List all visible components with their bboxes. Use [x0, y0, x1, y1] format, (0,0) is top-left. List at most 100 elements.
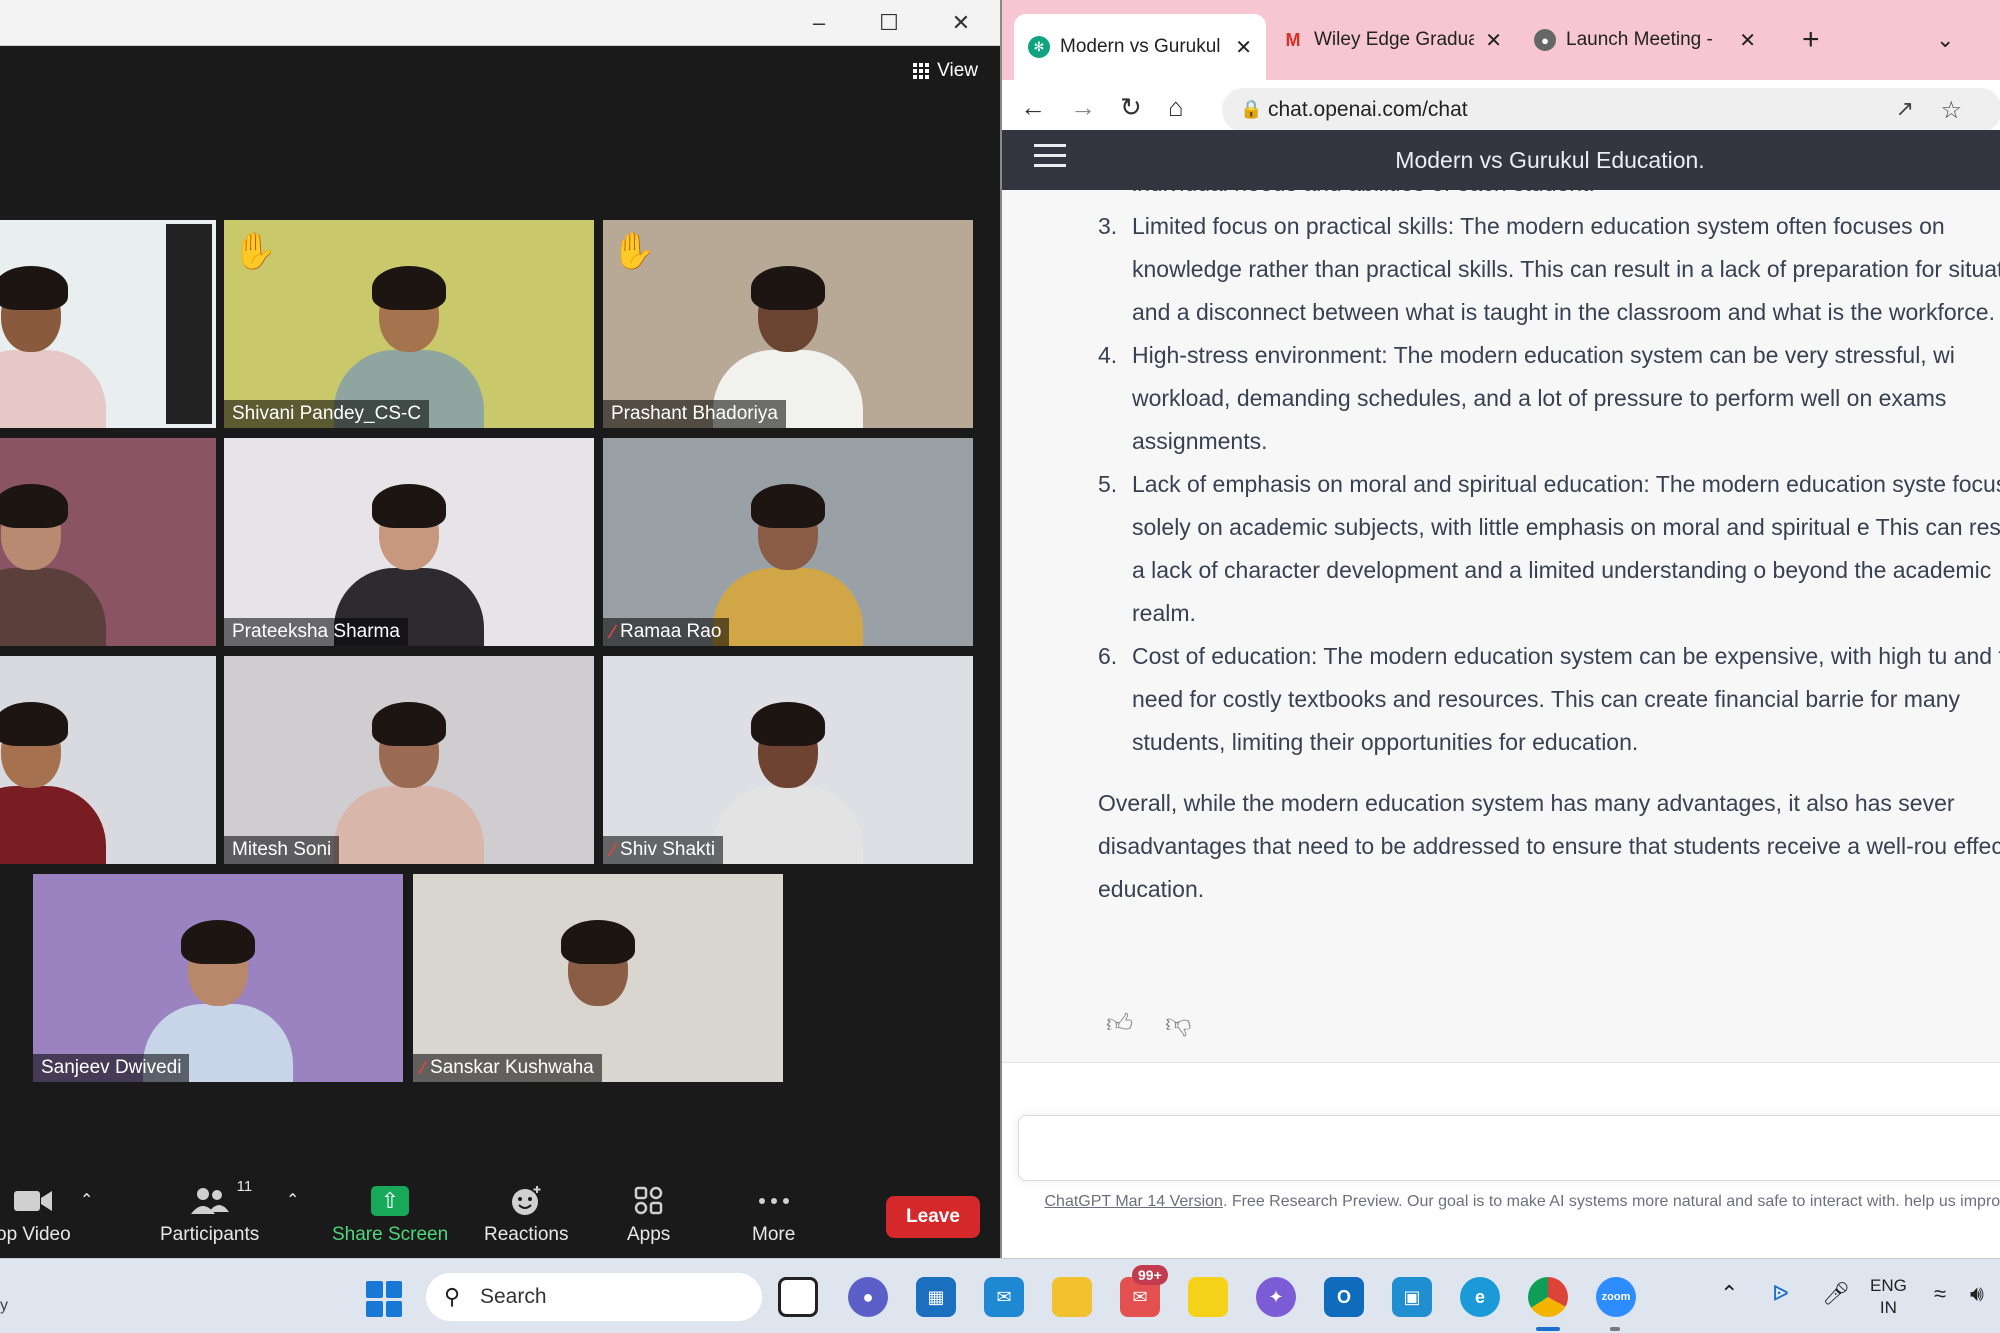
microsoft-store-icon[interactable]: ▦ [916, 1277, 956, 1317]
tab-chatgpt[interactable]: ✻ Modern vs Gurukul ✕ [1014, 14, 1266, 80]
more-button[interactable]: More [752, 1184, 795, 1246]
taskbar-search[interactable]: ⚲ Search [426, 1273, 762, 1321]
response-fragment: individual needs and abilities of each s… [1098, 190, 2000, 205]
maximize-button[interactable]: ☐ [860, 0, 918, 46]
forward-arrow-icon[interactable]: → [1070, 92, 1096, 123]
more-label: More [752, 1224, 796, 1245]
composer-area: ChatGPT Mar 14 Version. Free Research Pr… [1002, 1063, 2000, 1258]
back-arrow-icon[interactable]: ← [1020, 92, 1046, 123]
reactions-label: Reactions [484, 1224, 569, 1245]
task-view-icon[interactable] [778, 1277, 818, 1317]
close-window-button[interactable]: ✕ [932, 0, 990, 46]
lang-line2: IN [1879, 1298, 1897, 1317]
address-bar[interactable]: 🔒 chat.openai.com/chat ↗ ☆ [1222, 88, 2000, 132]
participant-video [713, 476, 863, 646]
close-tab-icon[interactable]: ✕ [1739, 28, 1756, 53]
taskbar-left-fragment: y [0, 1297, 8, 1314]
home-icon[interactable]: ⌂ [1168, 92, 1184, 123]
edge-icon[interactable]: e [1460, 1277, 1500, 1317]
raised-hand-icon: ✋ [232, 230, 277, 271]
share-screen-icon: ⇧ [371, 1186, 410, 1216]
gmail-icon: M [1285, 29, 1301, 50]
leave-button[interactable]: Leave [886, 1196, 980, 1238]
tab-title: Modern vs Gurukul [1060, 36, 1220, 57]
share-page-icon[interactable]: ↗ [1896, 96, 1914, 122]
participant-video-tile[interactable] [0, 438, 216, 646]
minimize-button[interactable]: – [790, 0, 848, 46]
participant-video-tile[interactable]: Mitesh Soni [224, 656, 594, 864]
volume-icon[interactable]: 🔊︎ [1970, 1281, 1984, 1307]
bluetooth-icon[interactable]: ᐉ [1772, 1281, 1789, 1307]
mail-icon[interactable]: ✉ [984, 1277, 1024, 1317]
chrome-active-indicator [1536, 1327, 1560, 1331]
outlook-icon[interactable]: O [1324, 1277, 1364, 1317]
participant-name-label: Prashant Bhadoriya [603, 400, 786, 428]
sticky-notes-icon[interactable] [1188, 1277, 1228, 1317]
participant-name: Ramaa Rao [620, 621, 722, 642]
list-text: Cost of education: The modern education … [1132, 643, 2000, 755]
view-button[interactable]: View [913, 60, 978, 82]
participant-video-tile[interactable]: ✋ Shivani Pandey_CS-C [224, 220, 594, 428]
wifi-icon[interactable]: ≈ [1934, 1281, 1946, 1307]
stop-video-label: op Video [0, 1224, 71, 1245]
participant-name-label: ⁄ Ramaa Rao [603, 618, 730, 646]
language-indicator[interactable]: ENG IN [1870, 1275, 1907, 1319]
message-input[interactable] [1018, 1115, 2000, 1181]
chrome-window: ✻ Modern vs Gurukul ✕ M Wiley Edge Gradu… [1000, 0, 2000, 1258]
video-options-chevron-icon[interactable]: ⌃ [80, 1190, 93, 1210]
more-dots-icon [758, 1184, 790, 1218]
new-tab-button[interactable]: + [1788, 14, 1834, 66]
bookmark-star-icon[interactable]: ☆ [1940, 96, 1962, 125]
reactions-button[interactable]: Reactions [484, 1184, 569, 1246]
participants-button[interactable]: 11 Participants [160, 1178, 259, 1246]
thumbs-up-icon[interactable]: 👍︎ [1106, 1002, 1133, 1045]
windows-start-icon[interactable] [366, 1281, 402, 1317]
participant-video-tile[interactable]: ⁄ Ramaa Rao [603, 438, 973, 646]
participant-video [0, 694, 106, 864]
remote-desktop-icon[interactable]: ▣ [1392, 1277, 1432, 1317]
participant-video-tile[interactable] [0, 656, 216, 864]
list-number: 6. [1098, 643, 1118, 669]
stop-video-button[interactable]: op Video [0, 1184, 71, 1246]
participant-video-tile[interactable]: ⁄ Shiv Shakti [603, 656, 973, 864]
search-placeholder: Search [480, 1285, 547, 1308]
participant-name-label: Sanjeev Dwivedi [33, 1054, 190, 1082]
disclaimer-text: . Free Research Preview. Our goal is to … [1222, 1193, 2000, 1210]
participant-video [334, 694, 484, 864]
tab-search-chevron-icon[interactable]: ⌄ [1922, 14, 1968, 66]
close-tab-icon[interactable]: ✕ [1485, 28, 1502, 53]
share-screen-label: Share Screen [332, 1224, 449, 1245]
apps-button[interactable]: Apps [627, 1184, 670, 1246]
conversation-title: Modern vs Gurukul Education. [1395, 147, 1705, 173]
share-screen-button[interactable]: ⇧ Share Screen [332, 1184, 448, 1246]
reactions-smiley-icon [510, 1184, 542, 1218]
version-link[interactable]: ChatGPT Mar 14 Version [1044, 1193, 1222, 1210]
participants-options-chevron-icon[interactable]: ⌃ [286, 1190, 299, 1210]
participant-video-tile[interactable] [0, 220, 216, 428]
video-letterbox [166, 224, 212, 424]
numbered-list-item: 4. High-stress environment: The modern ed… [1098, 334, 2000, 463]
participant-video-tile[interactable]: Prateeksha Sharma [224, 438, 594, 646]
microphone-icon[interactable]: 🎤︎ [1822, 1281, 1850, 1307]
teams-chat-icon[interactable]: ● [848, 1277, 888, 1317]
tab-wiley-gmail[interactable]: M Wiley Edge Gradua ✕ [1268, 14, 1516, 66]
file-explorer-icon[interactable] [1052, 1277, 1092, 1317]
numbered-list-item: 5. Lack of emphasis on moral and spiritua… [1098, 463, 2000, 635]
zoom-app-icon[interactable]: zoom [1596, 1277, 1636, 1317]
show-hidden-icons-chevron-icon[interactable]: ⌃ [1720, 1281, 1738, 1307]
tab-title: Wiley Edge Gradua [1314, 29, 1474, 50]
muted-microphone-icon: ⁄ [611, 839, 615, 860]
raised-hand-icon: ✋ [611, 230, 656, 271]
thumbs-down-icon[interactable]: 👎︎ [1165, 1002, 1191, 1045]
meeting-toolbar: op Video ⌃ 11 Participants ⌃ ⇧ Share Scr… [0, 1168, 1000, 1258]
close-tab-icon[interactable]: ✕ [1235, 35, 1252, 60]
participant-name: Prateeksha Sharma [232, 621, 400, 642]
reload-icon[interactable]: ↻ [1120, 92, 1142, 123]
participant-video-tile[interactable]: ⁄ Sanskar Kushwaha [413, 874, 783, 1082]
participant-video-tile[interactable]: Sanjeev Dwivedi [33, 874, 403, 1082]
list-text: High-stress environment: The modern educ… [1132, 342, 1955, 454]
copilot-icon[interactable]: ✦ [1256, 1277, 1296, 1317]
participant-video-tile[interactable]: ✋ Prashant Bhadoriya [603, 220, 973, 428]
tab-launch-meeting[interactable]: ● Launch Meeting - ✕ [1520, 14, 1770, 66]
chrome-icon[interactable] [1528, 1277, 1568, 1317]
